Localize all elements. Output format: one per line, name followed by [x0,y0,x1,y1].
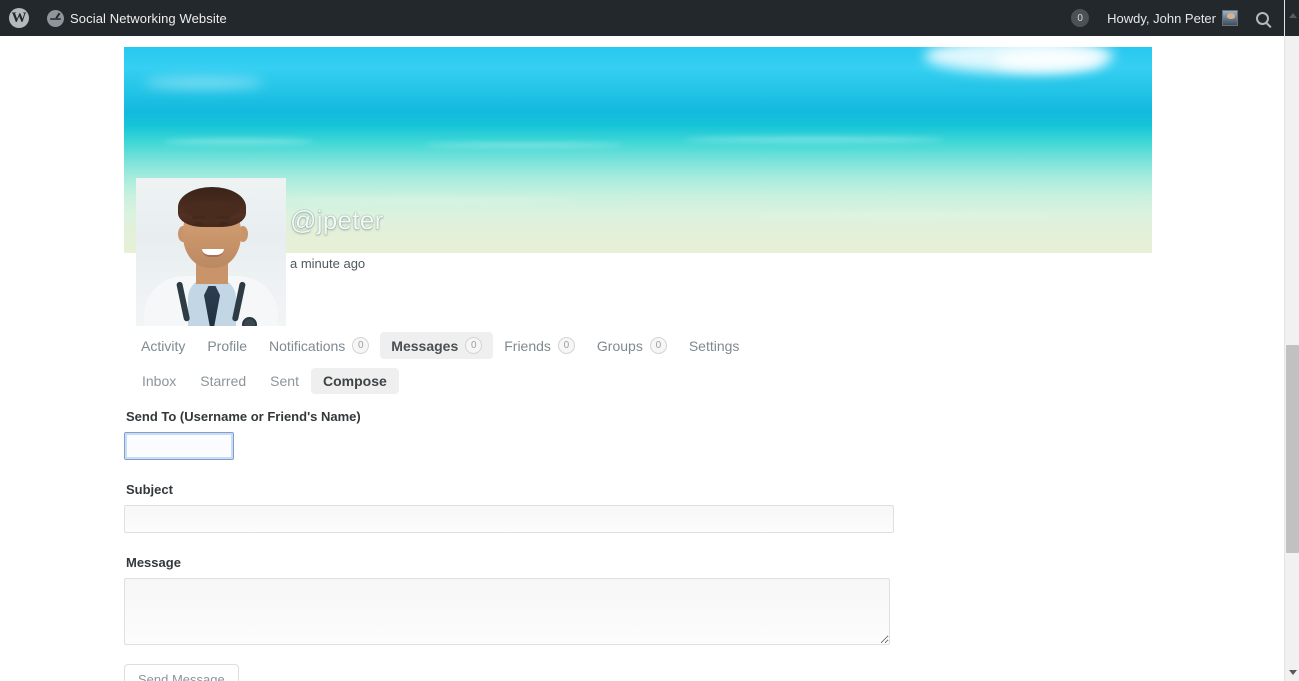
subject-label: Subject [126,482,173,497]
eyebrow-left [192,216,205,219]
stethoscope-bell [242,317,257,326]
nav-item-settings[interactable]: Settings [678,333,751,359]
sand-streak [744,212,1064,218]
profile-name-block: @jpeter a minute ago [290,207,384,271]
nav-label: Friends [504,337,551,354]
comments-menu[interactable]: 0 [1062,0,1098,36]
cloud-shape [144,77,264,89]
wp-admin-bar: W Social Networking Website 0 Howdy, Joh… [0,0,1284,36]
nav-label: Groups [596,337,643,354]
water-streak [164,139,314,144]
message-label: Message [126,555,181,570]
nav-label: Messages [391,337,459,354]
scrollbar-top-cap [1285,0,1299,36]
dashboard-speedometer-icon [47,9,64,27]
vertical-scrollbar[interactable] [1284,0,1299,681]
cloud-shape [994,49,1104,71]
chevron-down-icon [1288,670,1297,675]
admin-bar-left: W Social Networking Website [0,0,236,36]
profile-avatar-image [136,178,286,326]
scroll-up-button[interactable] [1285,7,1299,24]
subnav-item-starred[interactable]: Starred [188,368,258,394]
subnav-item-inbox[interactable]: Inbox [130,368,188,394]
howdy-label: Howdy, John Peter [1107,10,1216,26]
sand-streak [274,197,574,203]
sendto-label: Send To (Username or Friend's Name) [126,409,361,424]
my-account-menu[interactable]: Howdy, John Peter [1098,0,1247,36]
nav-label: Activity [141,337,186,354]
message-field-group: Message [124,555,904,650]
hair-shape [178,187,246,227]
water-streak [684,137,944,142]
subnav-item-compose[interactable]: Compose [310,368,399,394]
send-to-input[interactable] [124,432,234,460]
page-scroll-area: @jpeter a minute ago Activity Profile No… [0,36,1284,681]
comment-count-badge: 0 [1071,9,1090,27]
subnav-item-sent[interactable]: Sent [258,368,311,394]
send-message-button[interactable]: Send Message [124,664,239,681]
nav-item-groups[interactable]: Groups 0 [586,332,678,359]
compose-message-form: Send To (Username or Friend's Name) Subj… [124,409,904,681]
profile-container: @jpeter a minute ago Activity Profile No… [124,47,1152,681]
site-name-label: Social Networking Website [70,10,227,26]
nav-label: Profile [207,337,248,354]
nav-label: Settings [688,337,740,354]
nav-item-messages[interactable]: Messages 0 [380,332,494,359]
nav-label: Notifications [269,337,346,354]
water-streak [424,143,624,147]
eye-left [194,222,203,226]
profile-avatar-block[interactable] [136,178,286,326]
nav-item-notifications[interactable]: Notifications 0 [258,332,380,359]
profile-last-active: a minute ago [290,256,366,271]
nav-item-profile[interactable]: Profile [196,333,258,359]
site-name-menu[interactable]: Social Networking Website [38,0,236,36]
subject-field-group: Subject [124,482,904,533]
secondary-nav: Inbox Starred Sent Compose [130,368,399,394]
wp-logo-menu[interactable]: W [0,0,38,36]
admin-bar-right: 0 Howdy, John Peter [1062,0,1284,36]
scroll-down-button[interactable] [1285,664,1299,681]
messages-count-badge: 0 [465,337,483,354]
nav-item-friends[interactable]: Friends 0 [493,332,586,359]
search-button[interactable] [1247,0,1278,36]
subject-input[interactable] [124,505,894,533]
groups-count-badge: 0 [649,337,667,354]
search-icon [1256,11,1269,25]
eye-right [219,222,228,226]
chevron-up-icon [1288,13,1297,18]
notifications-count-badge: 0 [352,337,370,354]
primary-nav: Activity Profile Notifications 0 Message… [130,332,750,359]
friends-count-badge: 0 [557,337,575,354]
avatar [1222,10,1238,26]
scrollbar-thumb[interactable] [1286,345,1299,553]
wordpress-logo-icon: W [9,8,29,28]
sendto-field-group: Send To (Username or Friend's Name) [124,409,904,460]
eyebrow-right [217,216,230,219]
nav-item-activity[interactable]: Activity [130,333,196,359]
profile-username: @jpeter [290,205,384,235]
message-textarea[interactable] [124,578,890,645]
